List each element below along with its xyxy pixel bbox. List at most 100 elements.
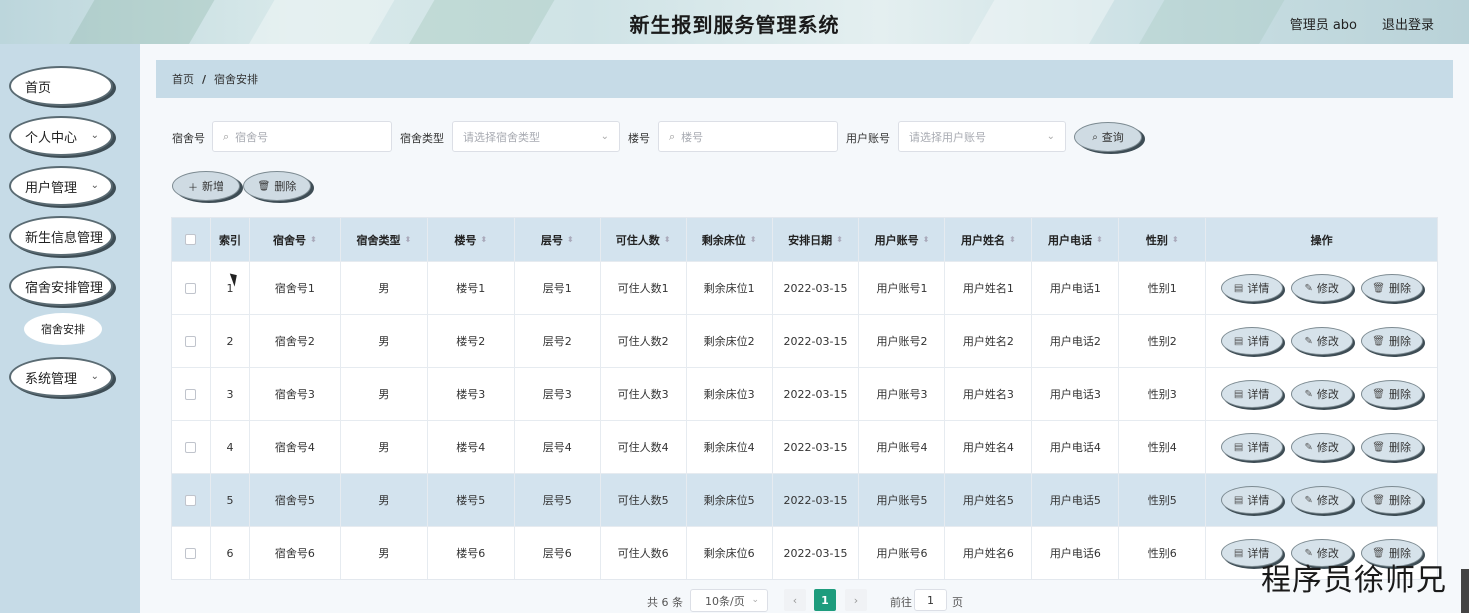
sidebar-item-dorm-arrangement[interactable]: 宿舍安排管理: [9, 266, 113, 306]
row-checkbox[interactable]: [185, 494, 197, 506]
delete-button[interactable]: 🗑 删除: [1360, 433, 1423, 461]
table-row[interactable]: 1 宿舍号1 男楼号1 层号1 可住人数1 剩余床位1 2022-03-15 用户账号1 用户姓…: [172, 261, 1437, 314]
delete-button[interactable]: 🗑 删除: [1360, 380, 1423, 408]
table-cell: 男: [341, 421, 428, 473]
table-row[interactable]: 6 宿舍号6 男楼号6 层号6 可住人数6 剩余床位6 2022-03-15 用户账号6 用户姓…: [172, 526, 1437, 579]
sort-icon[interactable]: ⬍: [1172, 235, 1179, 243]
column-header[interactable]: 可住人数 ⬍: [601, 218, 687, 261]
table-row[interactable]: 3 宿舍号3 男楼号3 层号3 可住人数3 剩余床位3 2022-03-15 用户账号3 用户姓…: [172, 367, 1437, 420]
page-size-select[interactable]: 10条/页 ⌄: [690, 589, 768, 612]
type-select[interactable]: 请选择宿舍类型 ⌄: [452, 121, 620, 152]
edit-button[interactable]: ✎ 修改: [1290, 433, 1353, 461]
chevron-down-icon: ⌄: [90, 130, 99, 141]
page-1-button[interactable]: 1: [814, 589, 836, 611]
detail-button[interactable]: ▤ 详情: [1220, 486, 1283, 514]
sort-icon[interactable]: ⬍: [750, 235, 757, 243]
select-all-checkbox[interactable]: [185, 234, 197, 245]
edit-button[interactable]: ✎ 修改: [1290, 380, 1353, 408]
table-cell: 剩余床位1: [687, 262, 773, 314]
table-row[interactable]: 5 宿舍号5 男楼号5 层号5 可住人数5 剩余床位5 2022-03-15 用户账号5 用户姓…: [172, 473, 1437, 526]
column-header[interactable]: 宿舍类型 ⬍: [341, 218, 428, 261]
table-row[interactable]: 4 宿舍号4 男楼号4 层号4 可住人数4 剩余床位4 2022-03-15 用户账号4 用户姓…: [172, 420, 1437, 473]
table-cell: 男: [341, 474, 428, 526]
query-button[interactable]: ⌕ 查询: [1074, 122, 1142, 152]
sort-icon[interactable]: ⬍: [1009, 235, 1016, 243]
detail-button[interactable]: ▤ 详情: [1220, 433, 1283, 461]
table-cell: 用户姓名1: [945, 262, 1033, 314]
column-header[interactable]: 楼号 ⬍: [428, 218, 515, 261]
row-checkbox[interactable]: [185, 441, 197, 453]
account-select[interactable]: 请选择用户账号 ⌄: [898, 121, 1066, 152]
sidebar-item-home[interactable]: 首页: [9, 66, 113, 106]
column-header[interactable]: 层号 ⬍: [515, 218, 601, 261]
breadcrumb-home[interactable]: 首页: [172, 71, 194, 87]
batch-delete-button[interactable]: 🗑 删除: [243, 171, 311, 201]
detail-button[interactable]: ▤ 详情: [1220, 327, 1283, 355]
row-checkbox[interactable]: [185, 547, 197, 559]
sort-icon[interactable]: ⬍: [310, 235, 317, 243]
prev-page-button[interactable]: ‹: [784, 589, 806, 611]
table-cell: 宿舍号1: [250, 262, 341, 314]
edit-button[interactable]: ✎ 修改: [1290, 327, 1353, 355]
sidebar-item-student-info[interactable]: 新生信息管理: [9, 216, 113, 256]
table-cell: 可住人数4: [601, 421, 687, 473]
table-cell: 男: [341, 527, 428, 579]
table-cell: 用户账号1: [859, 262, 946, 314]
trash-icon: 🗑: [1372, 441, 1385, 453]
document-icon: ▤: [1233, 494, 1244, 506]
table-cell: 男: [341, 262, 428, 314]
document-icon: ▤: [1233, 441, 1244, 453]
next-page-button[interactable]: ›: [845, 589, 867, 611]
table-cell: 楼号5: [428, 474, 515, 526]
pencil-icon: ✎: [1304, 441, 1313, 453]
table-cell: 2022-03-15: [773, 421, 860, 473]
corner-decoration: [1461, 569, 1469, 613]
column-header[interactable]: 用户账号 ⬍: [859, 218, 946, 261]
sort-icon[interactable]: ⬍: [664, 235, 671, 243]
delete-button[interactable]: 🗑 删除: [1360, 327, 1423, 355]
goto-page-input[interactable]: 1: [914, 589, 947, 611]
sidebar-item-system[interactable]: 系统管理 ⌄: [9, 357, 113, 397]
column-header[interactable]: 宿舍号 ⬍: [250, 218, 341, 261]
table-cell: 用户账号3: [859, 368, 946, 420]
delete-label: 删除: [1388, 335, 1411, 348]
pencil-icon: ✎: [1304, 494, 1313, 506]
column-header[interactable]: 剩余床位 ⬍: [687, 218, 773, 261]
sidebar-item-user-management[interactable]: 用户管理 ⌄: [9, 166, 113, 206]
table-cell: 性别5: [1119, 474, 1207, 526]
delete-button[interactable]: 🗑 删除: [1360, 274, 1423, 302]
column-header-label: 剩余床位: [701, 233, 746, 247]
sort-icon[interactable]: ⬍: [480, 235, 487, 243]
sort-icon[interactable]: ⬍: [923, 235, 930, 243]
breadcrumb-current: 宿舍安排: [214, 73, 259, 86]
add-button[interactable]: ＋ 新增: [172, 171, 240, 201]
column-header[interactable]: 性别 ⬍: [1119, 218, 1207, 261]
sort-icon[interactable]: ⬍: [1096, 235, 1103, 243]
edit-button[interactable]: ✎ 修改: [1290, 486, 1353, 514]
sidebar-item-personal-center[interactable]: 个人中心 ⌄: [9, 116, 113, 156]
delete-button[interactable]: 🗑 删除: [1360, 486, 1423, 514]
edit-label: 修改: [1316, 388, 1339, 401]
detail-button[interactable]: ▤ 详情: [1220, 274, 1283, 302]
column-header[interactable]: 用户姓名 ⬍: [945, 218, 1033, 261]
sort-icon[interactable]: ⬍: [836, 235, 843, 243]
sidebar-subitem-dorm[interactable]: 宿舍安排: [24, 313, 102, 345]
table-cell: 可住人数6: [601, 527, 687, 579]
building-input[interactable]: ⌕ 楼号: [658, 121, 838, 152]
column-header[interactable]: 用户电话 ⬍: [1032, 218, 1120, 261]
sort-icon[interactable]: ⬍: [404, 235, 411, 243]
row-checkbox[interactable]: [185, 282, 197, 294]
table-cell: 6: [211, 527, 250, 579]
row-checkbox[interactable]: [185, 335, 197, 347]
dorm-input[interactable]: ⌕ 宿舍号: [212, 121, 392, 152]
table-row[interactable]: 2 宿舍号2 男楼号2 层号2 可住人数2 剩余床位2 2022-03-15 用户账号2 用户姓…: [172, 314, 1437, 367]
logout-link[interactable]: 退出登录: [1382, 14, 1434, 33]
edit-button[interactable]: ✎ 修改: [1290, 274, 1353, 302]
edit-label: 修改: [1316, 335, 1339, 348]
sort-icon[interactable]: ⬍: [567, 235, 574, 243]
table-cell: 3: [211, 368, 250, 420]
row-checkbox[interactable]: [185, 388, 197, 400]
table-cell: 用户电话1: [1032, 262, 1120, 314]
column-header[interactable]: 安排日期 ⬍: [773, 218, 860, 261]
detail-button[interactable]: ▤ 详情: [1220, 380, 1283, 408]
